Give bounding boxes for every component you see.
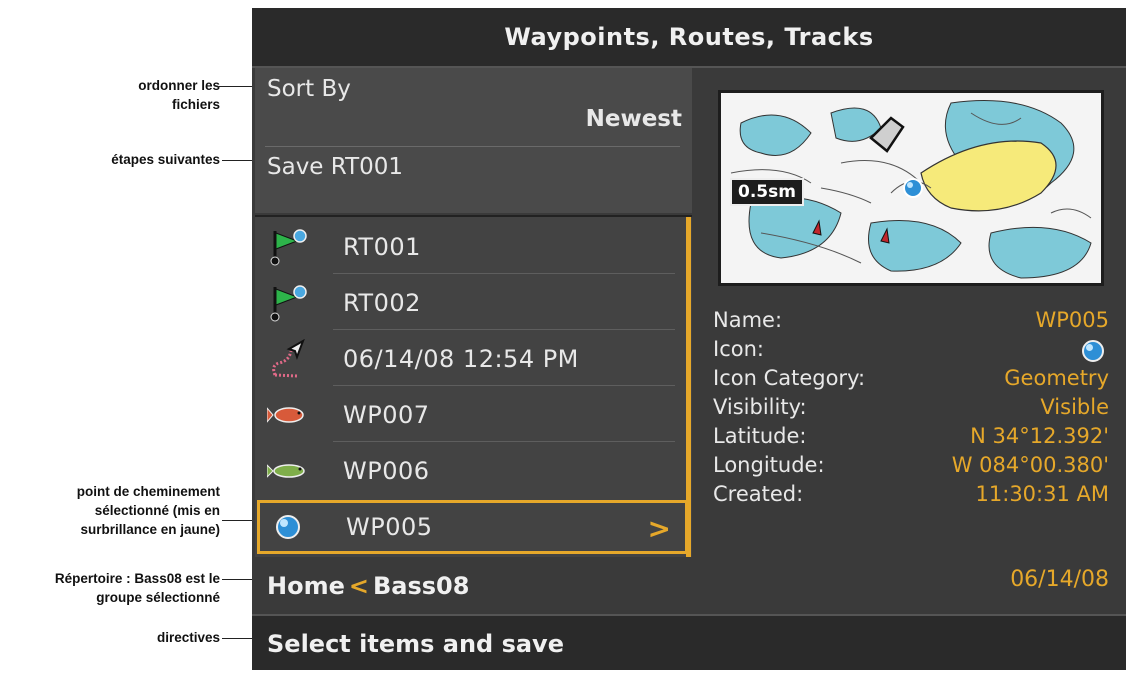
annotation-line — [222, 160, 252, 161]
list-item-label: WP005 — [346, 513, 433, 541]
list-divider — [333, 273, 675, 274]
list-item-label: WP006 — [343, 457, 430, 485]
chevron-right-icon: > — [647, 512, 671, 545]
annotation-line — [222, 520, 252, 521]
detail-icon-row: Icon: — [713, 337, 1109, 366]
detail-visibility-row: Visibility: Visible — [713, 395, 1109, 424]
list-divider — [333, 385, 675, 386]
detail-key: Name: — [713, 308, 783, 332]
save-route-menu-item[interactable]: Save RT001 — [255, 147, 692, 213]
instruction-bar: Select items and save — [252, 614, 1126, 670]
blue-sphere-icon — [276, 515, 300, 539]
detail-value: 06/14/08 — [1010, 567, 1109, 592]
waypoint-icon — [903, 178, 923, 198]
annotation-line — [222, 638, 252, 639]
detail-key: Icon Category: — [713, 366, 866, 390]
red-fish-icon — [267, 407, 304, 423]
file-list: RT001 RT002 06/14/08 12:54 PM WP007 WP00… — [255, 215, 692, 557]
sort-by-label: Sort By — [267, 76, 351, 102]
route-flag-icon — [270, 285, 307, 322]
detail-value: N 34°12.392' — [970, 424, 1109, 448]
bass-fish-icon — [267, 464, 305, 478]
breadcrumb-home[interactable]: Home — [267, 572, 345, 600]
annotation-directory: Répertoire : Bass08 est le groupe sélect… — [54, 571, 220, 605]
annotation-selected-waypoint: point de cheminement sélectionné (mis en… — [76, 484, 220, 537]
annotation-instructions: directives — [156, 630, 220, 645]
detail-value: Geometry — [1004, 366, 1109, 390]
detail-key: Longitude: — [713, 453, 825, 477]
detail-value: Visible — [1040, 395, 1109, 419]
chevron-left-icon: < — [348, 572, 369, 600]
menu-panel: Sort By Newest Save RT001 — [255, 68, 692, 213]
list-divider — [333, 329, 675, 330]
save-route-label: Save RT001 — [267, 154, 404, 180]
instruction-text: Select items and save — [267, 630, 564, 658]
list-item-track[interactable]: 06/14/08 12:54 PM — [255, 333, 680, 385]
annotation-next-steps: étapes suivantes — [111, 152, 220, 167]
annotation-line — [222, 579, 252, 580]
list-item-wp007[interactable]: WP007 — [255, 389, 680, 441]
list-item-rt001[interactable]: RT001 — [255, 221, 680, 273]
detail-created-date-row: 06/14/08 — [713, 567, 1109, 596]
list-item-wp006[interactable]: WP006 — [255, 445, 680, 497]
detail-category-row: Icon Category: Geometry — [713, 366, 1109, 395]
list-divider — [333, 441, 675, 442]
window-title-bar: Waypoints, Routes, Tracks — [252, 8, 1126, 68]
list-item-wp005[interactable]: WP005 > — [257, 500, 688, 554]
list-item-label: RT002 — [343, 289, 421, 317]
list-item-rt002[interactable]: RT002 — [255, 277, 680, 329]
track-icon — [272, 339, 305, 378]
detail-value: WP005 — [1035, 308, 1109, 332]
map-scale: 0.5sm — [730, 178, 804, 206]
detail-key: Icon: — [713, 337, 764, 361]
detail-value: W 084°00.380' — [951, 453, 1109, 477]
detail-latitude-row: Latitude: N 34°12.392' — [713, 424, 1109, 453]
detail-key: Created: — [713, 482, 804, 506]
breadcrumb-current: Bass08 — [372, 572, 470, 600]
sort-by-menu-item[interactable]: Sort By Newest — [255, 68, 692, 146]
detail-longitude-row: Longitude: W 084°00.380' — [713, 453, 1109, 482]
route-flag-icon — [270, 229, 307, 266]
list-item-label: WP007 — [343, 401, 430, 429]
window-title: Waypoints, Routes, Tracks — [504, 23, 874, 51]
list-item-label: 06/14/08 12:54 PM — [343, 345, 579, 373]
blue-sphere-icon — [1082, 340, 1104, 362]
device-screen: Waypoints, Routes, Tracks Sort By Newest… — [252, 8, 1126, 670]
detail-key: Latitude: — [713, 424, 807, 448]
detail-created-row: Created: 11:30:31 AM — [713, 482, 1109, 511]
annotation-line — [219, 86, 252, 87]
detail-name-row: Name: WP005 — [713, 308, 1109, 337]
detail-key: Visibility: — [713, 395, 807, 419]
annotation-sort: ordonner les fichiers — [138, 78, 220, 112]
list-item-label: RT001 — [343, 233, 421, 261]
sort-by-value: Newest — [585, 106, 682, 132]
detail-value: 11:30:31 AM — [975, 482, 1109, 506]
